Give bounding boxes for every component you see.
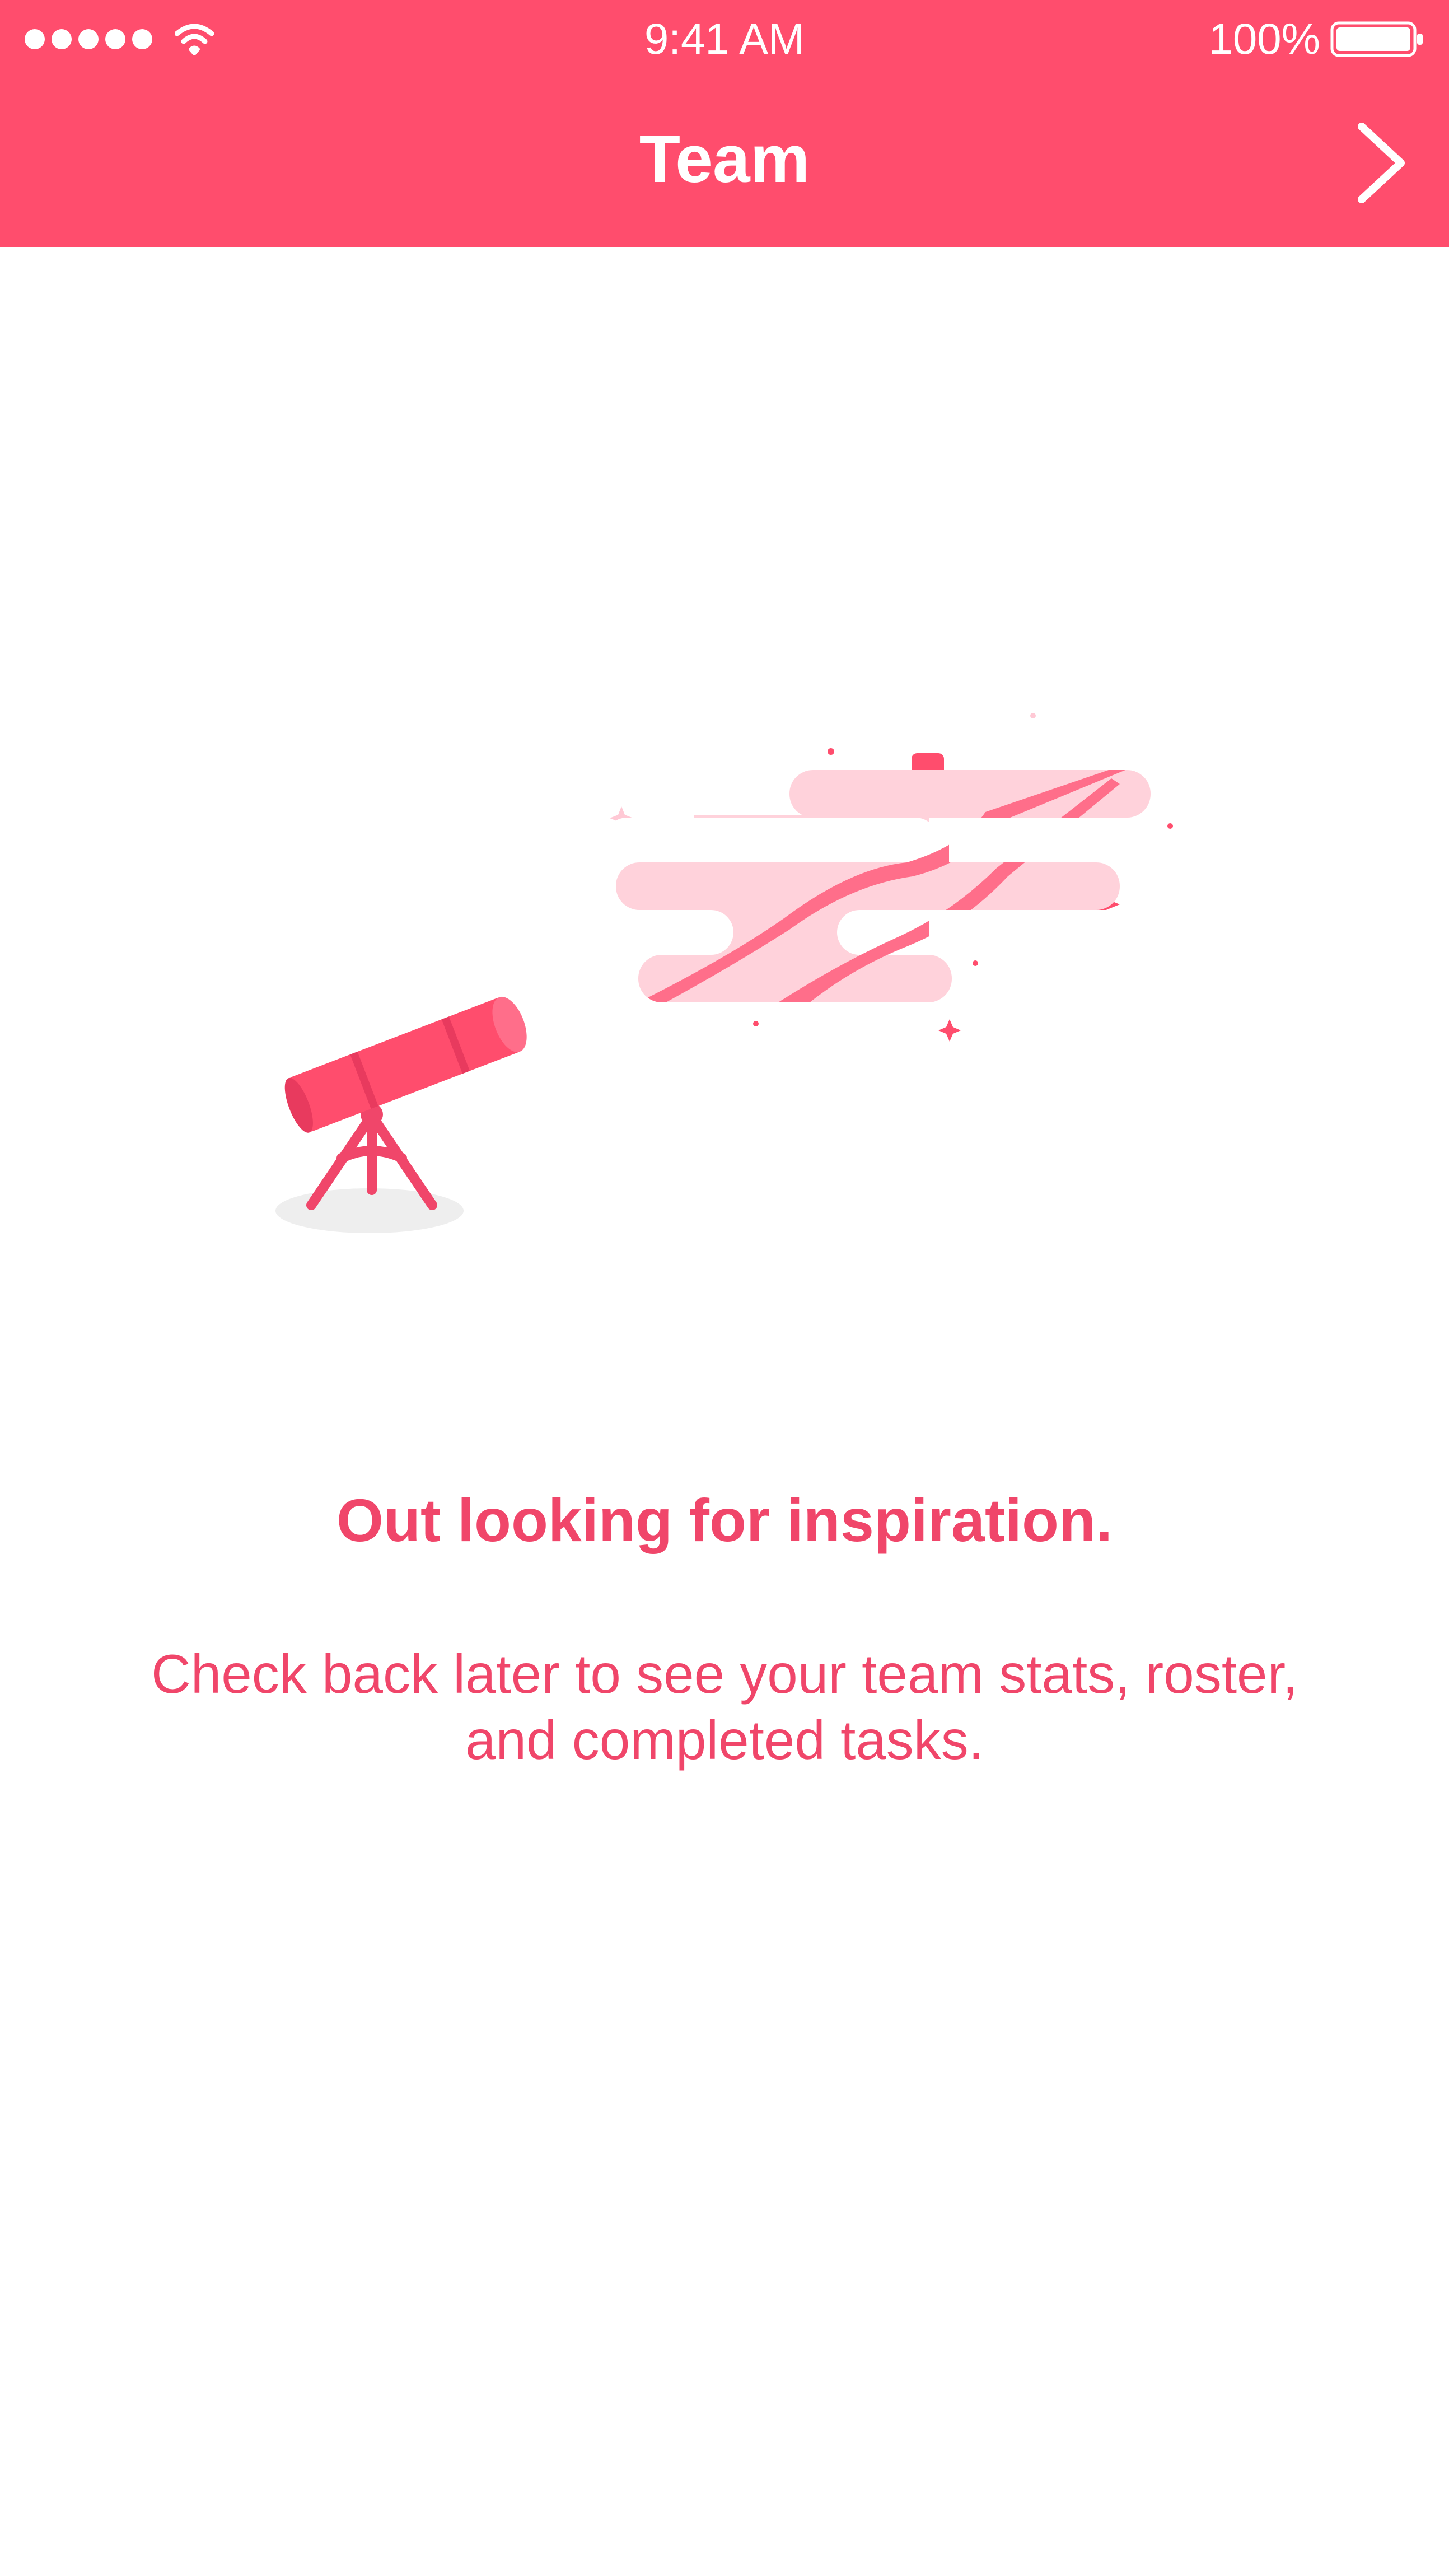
chevron-right-icon [1358,123,1405,203]
battery-icon [1330,21,1423,57]
empty-state-headline: Out looking for inspiration. [336,1486,1113,1554]
navigation-bar: Team [0,95,1449,230]
battery-percentage: 100% [1208,14,1321,63]
page-title: Team [639,122,810,197]
empty-state-message: Check back later to see your team stats,… [151,1643,1298,1771]
telescope-illustration [275,713,1173,1233]
header: 9:41 AM 100% Team [0,0,1449,247]
status-bar: 9:41 AM 100% [0,0,1449,78]
next-button[interactable] [1350,121,1412,205]
